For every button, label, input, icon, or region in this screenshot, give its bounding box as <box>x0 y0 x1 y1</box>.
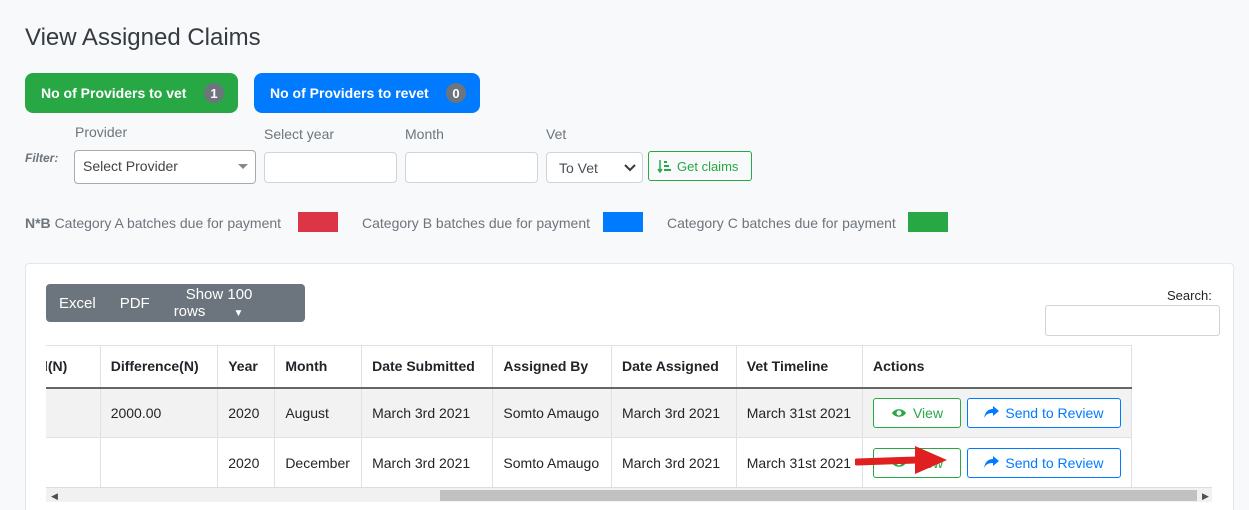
legend-category-a: N*B Category A batches due for payment <box>25 215 281 231</box>
providers-to-revet-label: No of Providers to revet <box>270 85 429 101</box>
horizontal-scrollbar[interactable]: ◀ ▶ <box>46 487 1212 502</box>
year-input[interactable] <box>264 152 397 183</box>
col-date-submitted[interactable]: Date Submitted <box>361 345 494 389</box>
cell-date-assigned: March 3rd 2021 <box>611 437 737 487</box>
send-to-review-label: Send to Review <box>1005 404 1104 421</box>
provider-label: Provider <box>75 124 128 140</box>
month-input[interactable] <box>405 152 538 183</box>
providers-to-revet-badge[interactable]: No of Providers to revet 0 <box>254 73 480 113</box>
providers-to-vet-count: 1 <box>204 83 224 103</box>
cell-date-submitted: March 3rd 2021 <box>361 387 494 438</box>
col-processed[interactable]: Processed(N) <box>46 345 101 389</box>
red-arrow-annotation-icon <box>855 446 947 474</box>
scroll-right-icon[interactable]: ▶ <box>1202 491 1209 502</box>
cell-actions: View Send to Review <box>862 387 1132 438</box>
col-date-assigned[interactable]: Date Assigned <box>611 345 737 389</box>
sort-amount-down-icon <box>657 160 671 173</box>
cell-month: December <box>274 437 363 487</box>
send-to-review-button[interactable]: Send to Review <box>966 447 1121 478</box>
table-row: 2020 December March 3rd 2021 Somto Amaug… <box>46 437 1132 487</box>
excel-button[interactable]: Excel <box>46 295 108 312</box>
cell-difference <box>99 437 219 487</box>
cell-year: 2020 <box>217 387 276 438</box>
page-title: View Assigned Claims <box>25 24 261 51</box>
cell-difference: 2000.00 <box>99 387 219 438</box>
scroll-left-icon[interactable]: ◀ <box>51 491 58 502</box>
vet-select[interactable]: To Vet <box>546 152 643 183</box>
pdf-button[interactable]: PDF <box>108 295 162 312</box>
show-rows-dropdown[interactable]: Show 100 rows ▼ <box>162 286 305 320</box>
search-label: Search: <box>1167 288 1212 303</box>
providers-to-revet-count: 0 <box>446 83 466 103</box>
table-header-row: Processed(N) Difference(N) Year Month Da… <box>46 345 1132 389</box>
providers-to-vet-label: No of Providers to vet <box>41 85 187 101</box>
col-vet-timeline[interactable]: Vet Timeline <box>735 345 864 389</box>
send-to-review-label: Send to Review <box>1005 454 1104 471</box>
vet-select-value: To Vet <box>559 160 598 176</box>
legend-swatch-a <box>298 212 338 232</box>
chevron-down-icon <box>624 164 636 172</box>
cell-vet-timeline: March 31st 2021 <box>735 437 864 487</box>
provider-select[interactable]: Select Provider <box>74 150 256 184</box>
view-label: View <box>912 404 944 421</box>
send-to-review-button[interactable]: Send to Review <box>966 397 1121 428</box>
claims-table-container[interactable]: Processed(N) Difference(N) Year Month Da… <box>46 345 1212 487</box>
legend-category-a-text: Category A batches due for payment <box>54 215 282 231</box>
providers-to-vet-badge[interactable]: No of Providers to vet 1 <box>25 73 238 113</box>
cell-month: August <box>274 387 363 438</box>
cell-assigned-by: Somto Amaugo <box>492 437 613 487</box>
cell-processed <box>46 387 101 438</box>
legend-category-b-text: Category B batches due for payment <box>362 215 591 231</box>
cell-assigned-by: Somto Amaugo <box>492 387 613 438</box>
col-assigned-by[interactable]: Assigned By <box>492 345 613 389</box>
table-row: 2000.00 2020 August March 3rd 2021 Somto… <box>46 387 1132 438</box>
caret-down-icon: ▼ <box>233 308 244 319</box>
col-year[interactable]: Year <box>217 345 276 389</box>
col-difference[interactable]: Difference(N) <box>99 345 219 389</box>
vet-label: Vet <box>546 126 567 142</box>
scrollbar-thumb[interactable] <box>440 490 1197 501</box>
cell-date-submitted: March 3rd 2021 <box>361 437 494 487</box>
year-label: Select year <box>264 126 335 142</box>
cell-processed <box>46 437 101 487</box>
legend-category-c-text: Category C batches due for payment <box>667 215 896 231</box>
export-toolbar: Excel PDF Show 100 rows ▼ <box>46 284 305 322</box>
view-button[interactable]: View <box>873 397 962 428</box>
cell-vet-timeline: March 31st 2021 <box>735 387 864 438</box>
legend-swatch-c <box>908 212 948 232</box>
get-claims-button[interactable]: Get claims <box>648 151 752 181</box>
filter-label: Filter: <box>25 151 59 165</box>
legend-swatch-b <box>603 212 643 232</box>
cell-year: 2020 <box>217 437 276 487</box>
claims-table: Processed(N) Difference(N) Year Month Da… <box>46 345 1132 487</box>
caret-down-icon <box>238 164 248 169</box>
share-icon <box>984 406 1000 419</box>
eye-icon <box>891 409 906 417</box>
share-icon <box>984 456 1000 468</box>
col-month[interactable]: Month <box>274 345 363 389</box>
month-label: Month <box>405 126 444 142</box>
search-input[interactable] <box>1045 305 1220 336</box>
legend-prefix: N*B <box>25 215 51 231</box>
provider-select-value: Select Provider <box>83 158 178 174</box>
get-claims-label: Get claims <box>677 158 739 174</box>
col-actions[interactable]: Actions <box>862 345 1132 389</box>
cell-date-assigned: March 3rd 2021 <box>611 387 737 438</box>
